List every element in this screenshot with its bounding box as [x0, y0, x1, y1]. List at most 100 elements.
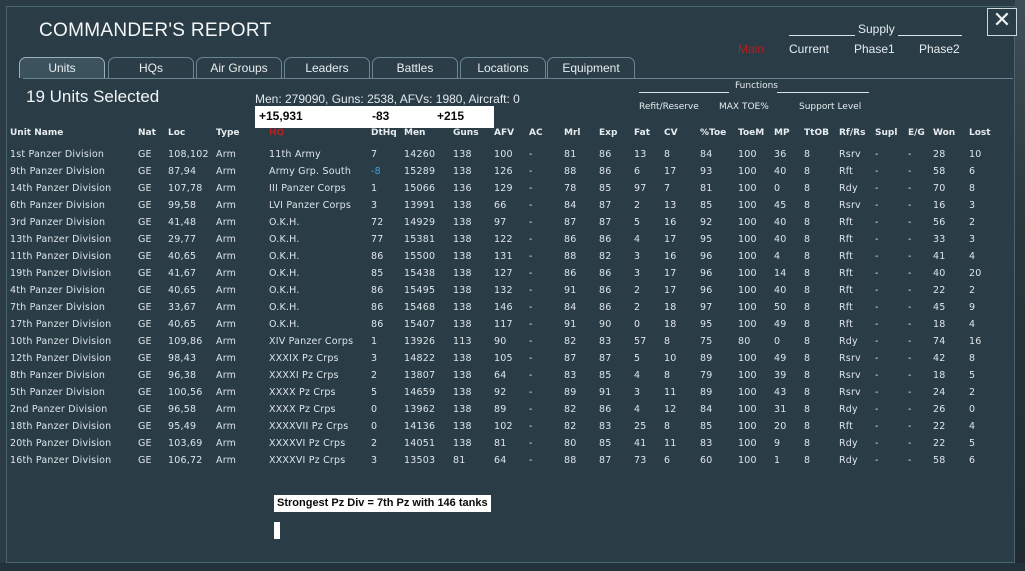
column-header-exp[interactable]: Exp — [599, 128, 617, 138]
cell-unit-name[interactable]: 10th Panzer Division — [10, 336, 111, 347]
cell-hq[interactable]: O.K.H. — [269, 285, 300, 296]
column-header-loc[interactable]: Loc — [168, 128, 185, 138]
max-toe-button[interactable]: MAX TOE% — [719, 102, 769, 112]
cell-hq[interactable]: XXXXVII Pz Crps — [269, 421, 348, 432]
table-row[interactable]: 3rd Panzer Division GE 41,48 Arm O.K.H. 72 149… — [7, 217, 1016, 234]
column-header-unit-name[interactable]: Unit Name — [10, 128, 63, 138]
column-header-won[interactable]: Won — [933, 128, 955, 138]
table-row[interactable]: 6th Panzer Division GE 99,58 Arm LVI Panzer … — [7, 200, 1016, 217]
cell-unit-name[interactable]: 8th Panzer Division — [10, 370, 105, 381]
cell-rfrs: Rft — [839, 268, 854, 279]
tab-locations[interactable]: Locations — [460, 57, 546, 78]
cell-unit-name[interactable]: 2nd Panzer Division — [10, 404, 107, 415]
support-level-button[interactable]: Support Level — [799, 102, 861, 112]
cell-hq[interactable]: O.K.H. — [269, 217, 300, 228]
column-header-dthq[interactable]: DtHq — [371, 128, 397, 138]
column-header-ttob[interactable]: TtOB — [804, 128, 829, 138]
column-header-rfrs[interactable]: Rf/Rs — [839, 128, 865, 138]
column-header-guns[interactable]: Guns — [453, 128, 479, 138]
cell-men: 14260 — [404, 149, 436, 160]
column-header-eg[interactable]: E/G — [908, 128, 925, 138]
table-row[interactable]: 4th Panzer Division GE 40,65 Arm O.K.H. 86 154… — [7, 285, 1016, 302]
cell-hq[interactable]: XXXXVI Pz Crps — [269, 455, 345, 466]
column-header-afv[interactable]: AFV — [494, 128, 514, 138]
table-row[interactable]: 20th Panzer Division GE 103,69 Arm XXXXVI Pz… — [7, 438, 1016, 455]
column-header-toe-pct[interactable]: %Toe — [700, 128, 726, 138]
cell-hq[interactable]: O.K.H. — [269, 234, 300, 245]
cell-mp: 0 — [774, 183, 781, 194]
column-header-toem[interactable]: ToeM — [738, 128, 764, 138]
tab-hqs[interactable]: HQs — [108, 57, 194, 78]
table-row[interactable]: 11th Panzer Division GE 40,65 Arm O.K.H. 86 15… — [7, 251, 1016, 268]
table-row[interactable]: 19th Panzer Division GE 41,67 Arm O.K.H. 85 15… — [7, 268, 1016, 285]
column-header-men[interactable]: Men — [404, 128, 425, 138]
cell-unit-name[interactable]: 6th Panzer Division — [10, 200, 105, 211]
cell-hq[interactable]: XXXX Pz Crps — [269, 387, 336, 398]
table-row[interactable]: 10th Panzer Division GE 109,86 Arm XIV Panze… — [7, 336, 1016, 353]
cell-hq[interactable]: XIV Panzer Corps — [269, 336, 353, 347]
cell-unit-name[interactable]: 7th Panzer Division — [10, 302, 105, 313]
cell-unit-name[interactable]: 16th Panzer Division — [10, 455, 111, 466]
cell-hq[interactable]: O.K.H. — [269, 319, 300, 330]
column-header-supl[interactable]: Supl — [875, 128, 897, 138]
cell-unit-name[interactable]: 18th Panzer Division — [10, 421, 111, 432]
cell-hq[interactable]: XXXIX Pz Crps — [269, 353, 339, 364]
cell-hq[interactable]: III Panzer Corps — [269, 183, 346, 194]
table-row[interactable]: 8th Panzer Division GE 96,38 Arm XXXXI Pz Cr… — [7, 370, 1016, 387]
cell-nat: GE — [138, 166, 152, 177]
tab-battles[interactable]: Battles — [372, 57, 458, 78]
cell-unit-name[interactable]: 12th Panzer Division — [10, 353, 111, 364]
table-row[interactable]: 13th Panzer Division GE 29,77 Arm O.K.H. 77 15… — [7, 234, 1016, 251]
cell-hq[interactable]: LVI Panzer Corps — [269, 200, 351, 211]
supply-phase1-option[interactable]: Phase1 — [854, 42, 895, 56]
cell-unit-name[interactable]: 3rd Panzer Division — [10, 217, 105, 228]
cell-hq[interactable]: XXXX Pz Crps — [269, 404, 336, 415]
column-header-fat[interactable]: Fat — [634, 128, 650, 138]
cell-unit-name[interactable]: 17th Panzer Division — [10, 319, 111, 330]
supply-current-option[interactable]: Current — [789, 42, 829, 56]
column-header-type[interactable]: Type — [216, 128, 239, 138]
tab-air-groups[interactable]: Air Groups — [196, 57, 282, 78]
cell-unit-name[interactable]: 9th Panzer Division — [10, 166, 105, 177]
table-row[interactable]: 17th Panzer Division GE 40,65 Arm O.K.H. 86 15… — [7, 319, 1016, 336]
cell-unit-name[interactable]: 20th Panzer Division — [10, 438, 111, 449]
cell-hq[interactable]: O.K.H. — [269, 251, 300, 262]
cell-supl: - — [875, 302, 879, 313]
cell-hq[interactable]: Army Grp. South — [269, 166, 351, 177]
column-header-mrl[interactable]: Mrl — [564, 128, 580, 138]
table-row[interactable]: 2nd Panzer Division GE 96,58 Arm XXXX Pz Crp… — [7, 404, 1016, 421]
table-row[interactable]: 5th Panzer Division GE 100,56 Arm XXXX Pz Cr… — [7, 387, 1016, 404]
column-header-mp[interactable]: MP — [774, 128, 790, 138]
supply-phase2-option[interactable]: Phase2 — [919, 42, 960, 56]
cell-unit-name[interactable]: 13th Panzer Division — [10, 234, 111, 245]
table-row[interactable]: 18th Panzer Division GE 95,49 Arm XXXXVII Pz… — [7, 421, 1016, 438]
table-row[interactable]: 16th Panzer Division GE 106,72 Arm XXXXVI Pz… — [7, 455, 1016, 472]
cell-hq[interactable]: O.K.H. — [269, 268, 300, 279]
cell-unit-name[interactable]: 1st Panzer Division — [10, 149, 104, 160]
cell-unit-name[interactable]: 19th Panzer Division — [10, 268, 111, 279]
cell-hq[interactable]: XXXXI Pz Crps — [269, 370, 339, 381]
cell-unit-name[interactable]: 14th Panzer Division — [10, 183, 111, 194]
column-header-nat[interactable]: Nat — [138, 128, 156, 138]
column-header-cv[interactable]: CV — [664, 128, 678, 138]
table-row[interactable]: 12th Panzer Division GE 98,43 Arm XXXIX Pz C… — [7, 353, 1016, 370]
cell-hq[interactable]: 11th Army — [269, 149, 321, 160]
supply-main-option[interactable]: Main — [738, 42, 764, 56]
table-row[interactable]: 7th Panzer Division GE 33,67 Arm O.K.H. 86 154… — [7, 302, 1016, 319]
column-header-hq[interactable]: HQ — [269, 128, 284, 138]
close-button[interactable]: ✕ — [987, 8, 1017, 36]
tab-equipment[interactable]: Equipment — [547, 57, 635, 78]
table-row[interactable]: 9th Panzer Division GE 87,94 Arm Army Grp. S… — [7, 166, 1016, 183]
cell-unit-name[interactable]: 5th Panzer Division — [10, 387, 105, 398]
cell-hq[interactable]: XXXXVI Pz Crps — [269, 438, 345, 449]
refit-reserve-button[interactable]: Refit/Reserve — [639, 102, 699, 112]
tab-leaders[interactable]: Leaders — [284, 57, 370, 78]
table-row[interactable]: 1st Panzer Division GE 108,102 Arm 11th Army… — [7, 149, 1016, 166]
column-header-ac[interactable]: AC — [529, 128, 543, 138]
cell-hq[interactable]: O.K.H. — [269, 302, 300, 313]
column-header-lost[interactable]: Lost — [969, 128, 991, 138]
cell-unit-name[interactable]: 11th Panzer Division — [10, 251, 111, 262]
cell-unit-name[interactable]: 4th Panzer Division — [10, 285, 105, 296]
table-row[interactable]: 14th Panzer Division GE 107,78 Arm III Panze… — [7, 183, 1016, 200]
tab-units[interactable]: Units — [19, 57, 105, 78]
